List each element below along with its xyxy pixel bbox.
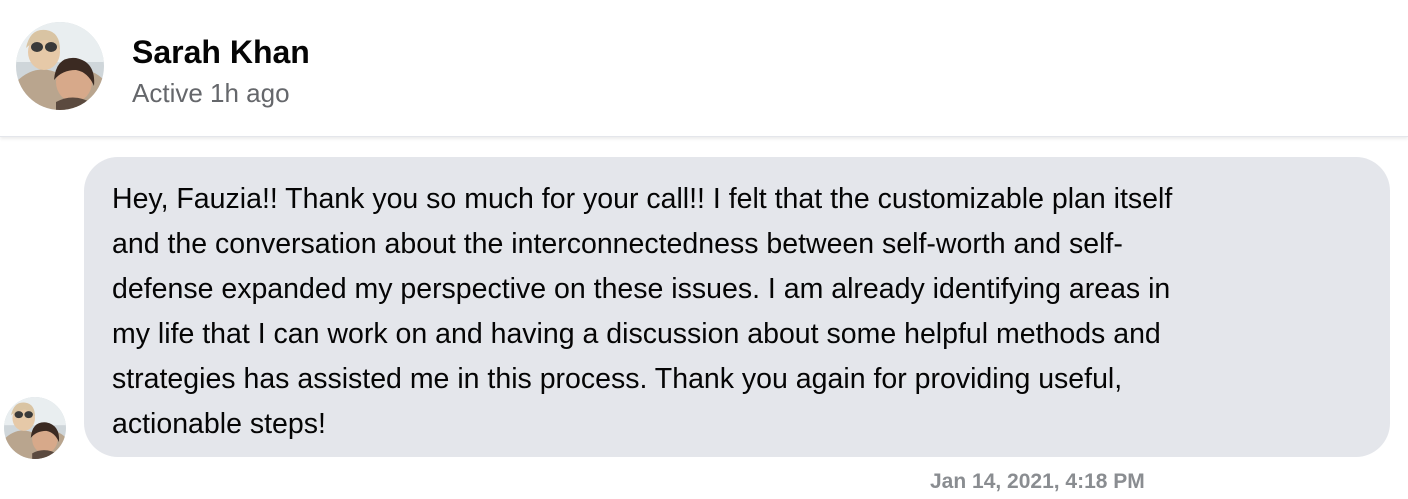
contact-avatar[interactable] (16, 22, 104, 110)
message-sender-avatar[interactable] (4, 397, 66, 459)
profile-photo-icon (16, 22, 104, 110)
message-timestamp: Jan 14, 2021, 4:18 PM (930, 470, 1145, 493)
chat-header: Sarah Khan Active 1h ago (0, 0, 1408, 137)
contact-name[interactable]: Sarah Khan (132, 34, 310, 71)
profile-photo-icon (4, 397, 66, 459)
active-status: Active 1h ago (132, 78, 290, 108)
message-bubble[interactable]: Hey, Fauzia!! Thank you so much for your… (84, 157, 1390, 457)
message-text: Hey, Fauzia!! Thank you so much for your… (112, 183, 1173, 440)
